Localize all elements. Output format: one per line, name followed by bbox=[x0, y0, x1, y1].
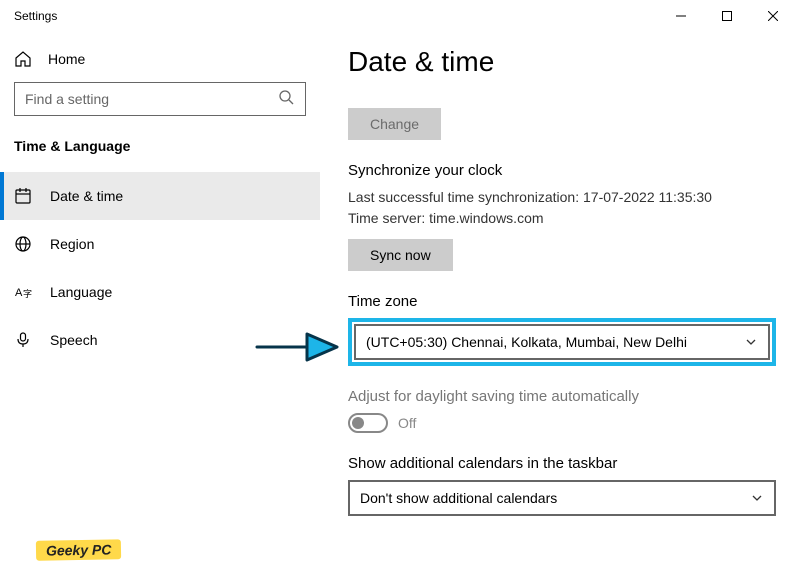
home-nav[interactable]: Home bbox=[0, 42, 320, 82]
content-pane: Date & time Change Synchronize your cloc… bbox=[320, 32, 796, 580]
watermark: Geeky PC bbox=[36, 539, 122, 560]
additional-calendars-value: Don't show additional calendars bbox=[360, 490, 557, 506]
svg-text:A: A bbox=[15, 287, 23, 299]
dst-toggle-state: Off bbox=[398, 415, 416, 431]
sidebar-item-label: Language bbox=[50, 284, 112, 300]
dst-toggle-row: Off bbox=[348, 413, 776, 433]
search-wrapper bbox=[14, 82, 306, 116]
search-input[interactable] bbox=[14, 82, 306, 116]
language-icon: A字 bbox=[14, 283, 32, 301]
timezone-heading: Time zone bbox=[348, 293, 776, 310]
timezone-highlight-annotation: (UTC+05:30) Chennai, Kolkata, Mumbai, Ne… bbox=[348, 318, 776, 366]
maximize-button[interactable] bbox=[704, 0, 750, 32]
sync-now-button[interactable]: Sync now bbox=[348, 239, 453, 271]
chevron-down-icon bbox=[750, 491, 764, 508]
maximize-icon bbox=[722, 11, 732, 21]
sidebar-item-label: Date & time bbox=[50, 188, 123, 204]
app-title: Settings bbox=[14, 9, 57, 23]
dst-heading: Adjust for daylight saving time automati… bbox=[348, 388, 776, 405]
title-bar: Settings bbox=[0, 0, 796, 32]
minimize-icon bbox=[676, 11, 686, 21]
home-label: Home bbox=[48, 51, 85, 67]
date-time-icon bbox=[14, 187, 32, 205]
sidebar-item-language[interactable]: A字 Language bbox=[0, 268, 320, 316]
sidebar-item-label: Region bbox=[50, 236, 94, 252]
search-icon bbox=[278, 89, 296, 112]
dst-toggle[interactable] bbox=[348, 413, 388, 433]
microphone-icon bbox=[14, 331, 32, 349]
window-controls bbox=[658, 0, 796, 32]
svg-text:字: 字 bbox=[23, 288, 32, 299]
additional-calendars-heading: Show additional calendars in the taskbar bbox=[348, 455, 776, 472]
last-sync-text: Last successful time synchronization: 17… bbox=[348, 187, 776, 208]
sidebar-section-title: Time & Language bbox=[0, 134, 320, 172]
title-bar-left: Settings bbox=[14, 9, 57, 23]
additional-calendars-select[interactable]: Don't show additional calendars bbox=[348, 480, 776, 516]
home-icon bbox=[14, 50, 32, 68]
globe-icon bbox=[14, 235, 32, 253]
sidebar-item-date-time[interactable]: Date & time bbox=[0, 172, 320, 220]
chevron-down-icon bbox=[744, 335, 758, 352]
sync-heading: Synchronize your clock bbox=[348, 162, 776, 179]
sidebar: Home Time & Language Date & time Region bbox=[0, 32, 320, 580]
close-button[interactable] bbox=[750, 0, 796, 32]
arrow-annotation-icon bbox=[252, 322, 342, 372]
sidebar-item-region[interactable]: Region bbox=[0, 220, 320, 268]
timezone-value: (UTC+05:30) Chennai, Kolkata, Mumbai, Ne… bbox=[366, 334, 687, 350]
change-button[interactable]: Change bbox=[348, 108, 441, 140]
page-title: Date & time bbox=[348, 46, 776, 78]
close-icon bbox=[768, 11, 778, 21]
timezone-select[interactable]: (UTC+05:30) Chennai, Kolkata, Mumbai, Ne… bbox=[354, 324, 770, 360]
time-server-text: Time server: time.windows.com bbox=[348, 208, 776, 229]
minimize-button[interactable] bbox=[658, 0, 704, 32]
sidebar-item-label: Speech bbox=[50, 332, 97, 348]
